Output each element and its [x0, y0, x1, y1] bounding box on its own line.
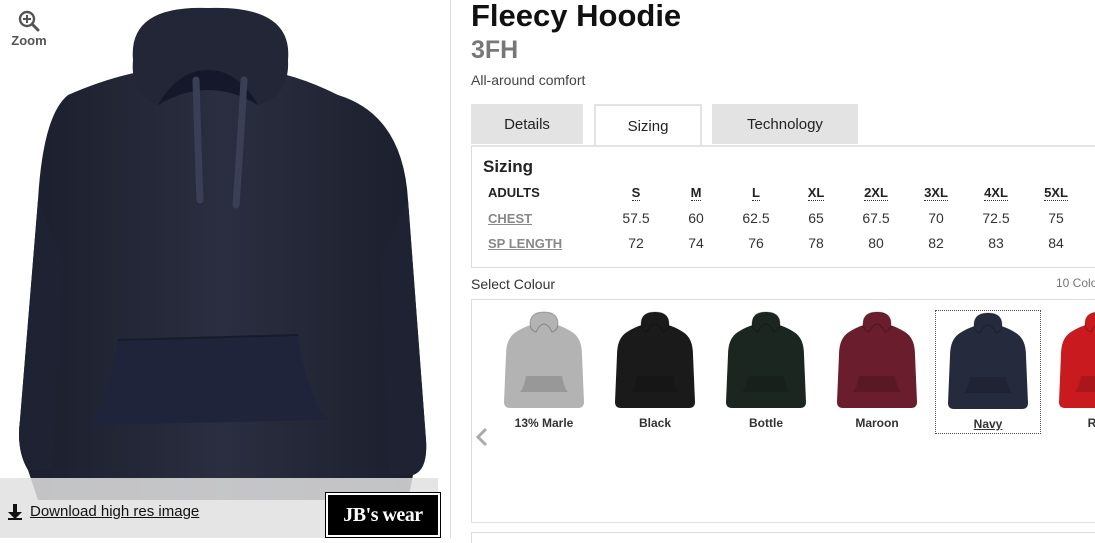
colour-swatch-navy[interactable]: Navy: [935, 310, 1041, 434]
colour-swatch-13-marle[interactable]: 13% Marle: [491, 310, 597, 434]
select-colour-label: Select Colour: [471, 276, 556, 292]
chest-measure-link[interactable]: CHEST: [488, 211, 532, 226]
colour-swatch-bottle[interactable]: Bottle: [713, 310, 819, 434]
sp-length-value: 72: [628, 234, 644, 251]
colour-swatch-red[interactable]: Red: [1046, 310, 1095, 434]
zoom-in-icon: [18, 10, 40, 32]
brand-logo: JB's wear: [325, 492, 441, 538]
chest-value: 62.5: [742, 209, 770, 226]
sp-length-value: 84: [1048, 234, 1064, 251]
sizing-title: Sizing: [483, 157, 534, 176]
sp-length-value: 83: [988, 234, 1004, 251]
size-header: M: [690, 185, 702, 201]
chevron-left-icon[interactable]: [474, 426, 490, 448]
sp-length-value: 78: [808, 234, 824, 251]
product-hero-image[interactable]: [8, 0, 438, 540]
tab-details[interactable]: Details: [471, 104, 583, 144]
colour-swatch-maroon[interactable]: Maroon: [824, 310, 930, 434]
brand-logo-text: JB's wear: [343, 503, 423, 526]
hoodie-thumbnail: [726, 311, 806, 408]
chest-value: 60: [688, 209, 704, 226]
sizing-row-chest: CHEST 57.5 60 62.5 65 67.5 70 72.5 75: [483, 205, 1086, 230]
colour-swatch-label: Red: [1087, 416, 1095, 430]
hoodie-thumbnail: [948, 312, 1028, 409]
hoodie-thumbnail: [504, 311, 584, 408]
hoodie-thumbnail: [615, 311, 695, 408]
sizing-row-sp-length: SP LENGTH 72 74 76 78 80 82 83 84: [483, 230, 1086, 255]
chest-value: 72.5: [982, 209, 1010, 226]
colour-swatch-label: 13% Marle: [514, 416, 574, 430]
product-tagline: All-around comfort: [471, 72, 586, 88]
size-header: 5XL: [1044, 185, 1068, 201]
product-code: 3FH: [471, 36, 519, 64]
download-arrow-icon: [8, 503, 22, 520]
download-high-res-link[interactable]: Download high res image: [8, 503, 199, 520]
chest-value: 67.5: [862, 209, 890, 226]
sizing-table: ADULTS S M L XL 2XL 3XL 4XL 5XL CHEST 57…: [483, 180, 1086, 255]
colour-swatch-label: Navy: [973, 417, 1003, 431]
product-image-panel: Zoom Download high res image JB's wear: [0, 0, 451, 538]
size-header: L: [752, 185, 760, 201]
colour-swatch-label: Bottle: [749, 416, 783, 430]
size-header: 2XL: [864, 185, 888, 201]
tab-sizing[interactable]: Sizing: [594, 104, 702, 146]
size-header: S: [631, 185, 641, 201]
colour-swatch-black[interactable]: Black: [602, 310, 708, 434]
zoom-button[interactable]: Zoom: [8, 10, 50, 48]
zoom-label: Zoom: [11, 33, 47, 48]
sp-length-value: 74: [688, 234, 704, 251]
colour-swatch-label: Maroon: [855, 416, 899, 430]
colour-swatch-label: Black: [638, 416, 672, 430]
sizing-header-row: ADULTS S M L XL 2XL 3XL 4XL 5XL: [483, 180, 1086, 205]
size-header: XL: [807, 185, 825, 201]
sp-length-measure-link[interactable]: SP LENGTH: [488, 236, 562, 251]
chest-value: 57.5: [622, 209, 650, 226]
product-title: Fleecy Hoodie: [471, 0, 682, 33]
sp-length-value: 76: [748, 234, 764, 251]
hoodie-thumbnail: [837, 311, 917, 408]
download-label: Download high res image: [30, 503, 200, 520]
chest-value: 75: [1048, 209, 1064, 226]
sp-length-value: 80: [868, 234, 884, 251]
colour-count: 10 Colours: [1056, 276, 1095, 290]
tab-technology[interactable]: Technology: [712, 104, 858, 144]
size-header: 3XL: [924, 185, 948, 201]
size-header: 4XL: [984, 185, 1008, 201]
chest-value: 70: [928, 209, 944, 226]
sp-length-value: 82: [928, 234, 944, 251]
sizing-group-label: ADULTS: [488, 185, 540, 200]
hoodie-thumbnail: [1059, 311, 1095, 408]
chest-value: 65: [808, 209, 824, 226]
